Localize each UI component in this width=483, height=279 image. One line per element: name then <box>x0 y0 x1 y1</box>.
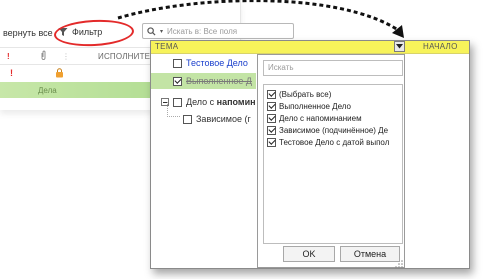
filter-search-input[interactable]: Искать <box>263 60 403 76</box>
ok-button[interactable]: OK <box>283 246 335 262</box>
lock-icon <box>56 68 63 78</box>
filter-option[interactable]: Выполненное Дело <box>267 100 351 112</box>
tree-row-label: Зависимое (г <box>196 114 251 124</box>
option-checkbox[interactable] <box>267 113 276 123</box>
tree-row-test-task[interactable]: Тестовое Дело <box>173 55 248 71</box>
start-column-header[interactable]: НАЧАЛО <box>423 42 458 51</box>
chevron-down-icon <box>396 44 403 49</box>
theme-column-header[interactable]: ТЕМА <box>155 42 178 51</box>
group-row-label: Дела <box>38 85 57 95</box>
filter-option[interactable]: Дело с напоминанием <box>267 112 362 124</box>
filter-option[interactable]: Тестовое Дело с датой выпол <box>267 136 389 148</box>
tree-row-dependent-task[interactable]: Зависимое (г <box>183 111 251 127</box>
option-checkbox[interactable] <box>267 125 276 135</box>
filter-option[interactable]: Зависимое (подчинённое) Де <box>267 124 388 136</box>
column-filter-popup: Искать (Выбрать все) Выполненное Дело Де… <box>257 54 405 268</box>
tree-row-label: Выполненное Д <box>186 76 252 86</box>
task-tree: Тестовое Дело Выполненное Д Дело с напом… <box>151 54 256 268</box>
filter-values-list: (Выбрать все) Выполненное Дело Дело с на… <box>263 84 403 244</box>
tree-checkbox[interactable] <box>173 76 182 86</box>
option-checkbox[interactable] <box>267 101 276 111</box>
column-filter-dropdown-button[interactable] <box>394 41 405 52</box>
tree-row-label: Дело с напомин <box>186 97 256 107</box>
tree-checkbox[interactable] <box>173 58 182 68</box>
option-checkbox[interactable] <box>267 137 276 147</box>
tree-connector-lines <box>167 102 181 117</box>
cancel-button[interactable]: Отмена <box>340 246 400 262</box>
option-label: Тестовое Дело с датой выпол <box>279 137 390 147</box>
option-label: Выполненное Дело <box>279 101 351 111</box>
tree-row-label: Тестовое Дело <box>186 58 248 68</box>
resize-grip-icon[interactable] <box>395 260 403 268</box>
option-checkbox[interactable] <box>267 89 276 99</box>
option-label: Зависимое (подчинённое) Де <box>279 125 389 135</box>
tree-row-completed-task[interactable]: Выполненное Д <box>151 73 256 89</box>
option-label: Дело с напоминанием <box>279 113 362 123</box>
importance-flag: ! <box>10 68 13 78</box>
filter-option-select-all[interactable]: (Выбрать все) <box>267 88 331 100</box>
task-list-panel: ТЕМА НАЧАЛО Тестовое Дело Выполненное Д … <box>150 40 470 269</box>
option-label: (Выбрать все) <box>279 89 332 99</box>
panel-header: ТЕМА НАЧАЛО <box>151 41 469 54</box>
